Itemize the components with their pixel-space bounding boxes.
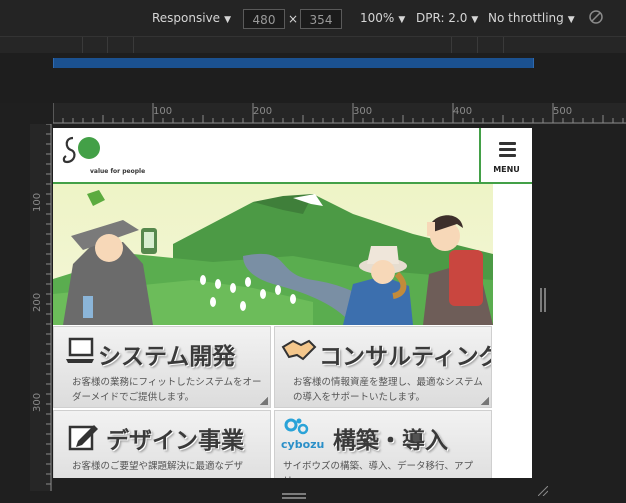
ruler-top: 100 200 300 400 500 (53, 103, 626, 124)
service-tile-design[interactable]: デザイン事業 お客様のご要望や課題解決に最適なデザ (53, 410, 271, 478)
service-description: サイボウズの構築、導入、データ移行、アプリ (283, 461, 474, 478)
resize-handle-right[interactable] (540, 288, 546, 312)
chevron-down-icon: ▼ (224, 15, 231, 25)
chevron-down-icon: ▼ (398, 15, 406, 25)
media-query-row (0, 36, 626, 54)
hamburger-icon (499, 142, 516, 160)
dpr-select[interactable]: DPR: 2.0 ▼ (416, 11, 478, 25)
device-viewport: value for people MENU システム開発 お客様の業務にフィット… (53, 128, 532, 478)
ruler-left: 100 200 300 (30, 124, 52, 491)
service-title: デザイン事業 (106, 428, 244, 454)
menu-button[interactable]: MENU (479, 128, 532, 182)
cybozu-logo-text: cybozu (281, 438, 325, 451)
throttle-label: No throttling (488, 11, 564, 25)
corner-arrow-icon (260, 397, 268, 405)
height-input[interactable]: 354 (300, 9, 342, 29)
hero-illustration (53, 184, 493, 325)
ruler-label: 200 (32, 292, 43, 312)
service-title: 構築・導入 (333, 428, 448, 454)
handshake-icon (281, 337, 317, 369)
service-description: お客様の情報資産を整理し、最適なシステムの導入をサポートいたします。 (293, 377, 483, 403)
service-title: コンサルティング (319, 344, 492, 370)
width-input[interactable]: 480 (243, 9, 285, 29)
media-query-bar[interactable] (53, 58, 534, 68)
dimension-separator: × (288, 12, 299, 26)
service-tile-system[interactable]: システム開発 お客様の業務にフィットしたシステムをオーダーメイドでご提供します。 (53, 326, 271, 408)
device-toolbar: Responsive ▼ 480 × 354 100% ▼ DPR: 2.0 ▼ No… (0, 0, 626, 36)
dpr-label: DPR: 2.0 (416, 11, 468, 25)
zoom-label: 100% (360, 11, 395, 25)
media-query-tick[interactable] (451, 37, 452, 53)
chevron-down-icon: ▼ (567, 15, 575, 25)
zoom-select[interactable]: 100% ▼ (360, 11, 405, 25)
ruler-label: 400 (453, 106, 473, 117)
chevron-down-icon: ▼ (471, 15, 479, 25)
service-title: システム開発 (98, 344, 236, 370)
ruler-label: 200 (253, 106, 273, 117)
media-query-tick[interactable] (133, 37, 134, 53)
menu-label: MENU (493, 165, 520, 174)
corner-arrow-icon (481, 397, 489, 405)
media-query-bar-row (0, 53, 626, 103)
media-query-tick[interactable] (477, 37, 478, 53)
service-tile-cybozu[interactable]: cybozu 構築・導入 サイボウズの構築、導入、データ移行、アプリ (274, 410, 492, 478)
service-tile-consulting[interactable]: コンサルティング お客様の情報資産を整理し、最適なシステムの導入をサポートいたし… (274, 326, 492, 408)
media-query-tick[interactable] (503, 37, 504, 53)
ruler-label: 300 (353, 106, 373, 117)
logo-tagline: value for people (90, 168, 146, 175)
media-query-tick[interactable] (107, 37, 108, 53)
rotate-icon[interactable] (588, 9, 604, 28)
ruler-label: 100 (153, 106, 173, 117)
laptop-icon (64, 337, 96, 369)
site-header: value for people MENU (53, 128, 532, 184)
resize-handle-bottom[interactable] (282, 484, 306, 499)
device-select-label: Responsive (152, 11, 221, 25)
ruler-label: 500 (553, 106, 573, 117)
ruler-label: 300 (32, 392, 43, 412)
service-description: お客様の業務にフィットしたシステムをオーダーメイドでご提供します。 (72, 377, 262, 403)
service-description: お客様のご要望や課題解決に最適なデザ (72, 461, 244, 472)
media-query-tick[interactable] (82, 37, 83, 53)
throttle-select[interactable]: No throttling ▼ (488, 11, 575, 25)
pencil-icon (68, 421, 100, 455)
device-select[interactable]: Responsive ▼ (152, 11, 231, 25)
ruler-label: 100 (32, 192, 43, 212)
